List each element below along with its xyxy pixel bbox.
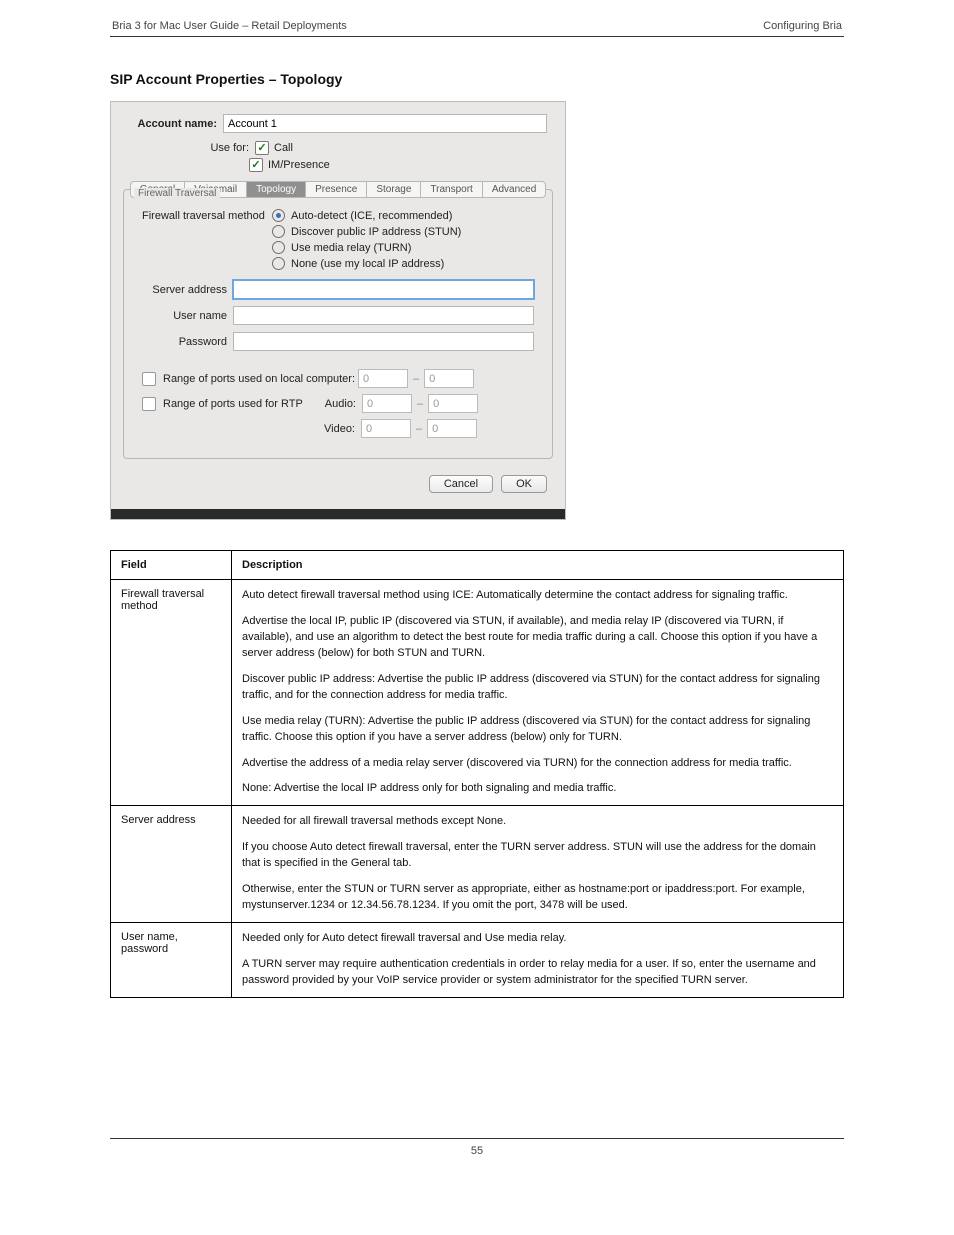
- dash-icon: –: [413, 373, 419, 385]
- cell-desc-0: Auto detect firewall traversal method us…: [232, 580, 844, 806]
- ports-audio-to[interactable]: [428, 394, 478, 413]
- ports-local-label: Range of ports used on local computer:: [163, 373, 358, 385]
- th-desc: Description: [232, 551, 844, 580]
- usefor-im-checkbox[interactable]: [249, 158, 263, 172]
- radio-auto-detect-label: Auto-detect (ICE, recommended): [291, 210, 452, 222]
- dash-icon: –: [417, 398, 423, 410]
- usefor-im-text: IM/Presence: [268, 159, 330, 171]
- account-name-label: Account name:: [133, 118, 217, 130]
- tabs-fieldset: General Voicemail Topology Presence Stor…: [123, 189, 553, 459]
- ports-rtp-label: Range of ports used for RTP: [163, 398, 318, 410]
- server-address-label: Server address: [142, 284, 227, 296]
- cell-desc-2: Needed only for Auto detect firewall tra…: [232, 923, 844, 998]
- tab-transport[interactable]: Transport: [421, 181, 482, 198]
- radio-stun-label: Discover public IP address (STUN): [291, 226, 461, 238]
- usefor-call-checkbox[interactable]: [255, 141, 269, 155]
- audio-label: Audio:: [318, 398, 356, 410]
- topology-dialog: Account name: Use for: Call IM/Presence …: [110, 101, 566, 520]
- firewall-method-label: Firewall traversal method: [142, 209, 272, 222]
- radio-turn-label: Use media relay (TURN): [291, 242, 411, 254]
- dialog-shadow: [111, 509, 565, 519]
- cancel-button[interactable]: Cancel: [429, 475, 493, 493]
- password-label: Password: [142, 336, 227, 348]
- cell-field-1: Server address: [111, 806, 232, 923]
- password-input[interactable]: [233, 332, 534, 351]
- th-field: Field: [111, 551, 232, 580]
- header-section: Configuring Bria: [763, 20, 842, 32]
- user-name-label: User name: [142, 310, 227, 322]
- section-title: SIP Account Properties – Topology: [110, 71, 844, 87]
- page-footer: 55: [110, 1138, 844, 1157]
- fieldset-caption: Firewall Traversal: [134, 188, 220, 199]
- video-label: Video:: [317, 423, 355, 435]
- account-name-input[interactable]: [223, 114, 547, 133]
- radio-none[interactable]: [272, 257, 285, 270]
- ok-button[interactable]: OK: [501, 475, 547, 493]
- dash-icon: –: [416, 423, 422, 435]
- usefor-call-text: Call: [274, 142, 293, 154]
- cell-field-2: User name, password: [111, 923, 232, 998]
- ports-video-from[interactable]: [361, 419, 411, 438]
- user-name-input[interactable]: [233, 306, 534, 325]
- cell-field-0: Firewall traversal method: [111, 580, 232, 806]
- tab-topology[interactable]: Topology: [247, 181, 306, 198]
- ports-local-to[interactable]: [424, 369, 474, 388]
- ports-audio-from[interactable]: [362, 394, 412, 413]
- radio-none-label: None (use my local IP address): [291, 258, 444, 270]
- radio-turn[interactable]: [272, 241, 285, 254]
- server-address-input[interactable]: [233, 280, 534, 299]
- cell-desc-1: Needed for all firewall traversal method…: [232, 806, 844, 923]
- field-description-table: Field Description Firewall traversal met…: [110, 550, 844, 998]
- tab-advanced[interactable]: Advanced: [483, 181, 546, 198]
- ports-video-to[interactable]: [427, 419, 477, 438]
- radio-stun[interactable]: [272, 225, 285, 238]
- use-for-label: Use for:: [197, 142, 249, 154]
- ports-local-from[interactable]: [358, 369, 408, 388]
- radio-auto-detect[interactable]: [272, 209, 285, 222]
- ports-local-checkbox[interactable]: [142, 372, 156, 386]
- header-product: Bria 3 for Mac User Guide – Retail Deplo…: [112, 20, 347, 32]
- tab-storage[interactable]: Storage: [367, 181, 421, 198]
- ports-rtp-checkbox[interactable]: [142, 397, 156, 411]
- tab-presence[interactable]: Presence: [306, 181, 367, 198]
